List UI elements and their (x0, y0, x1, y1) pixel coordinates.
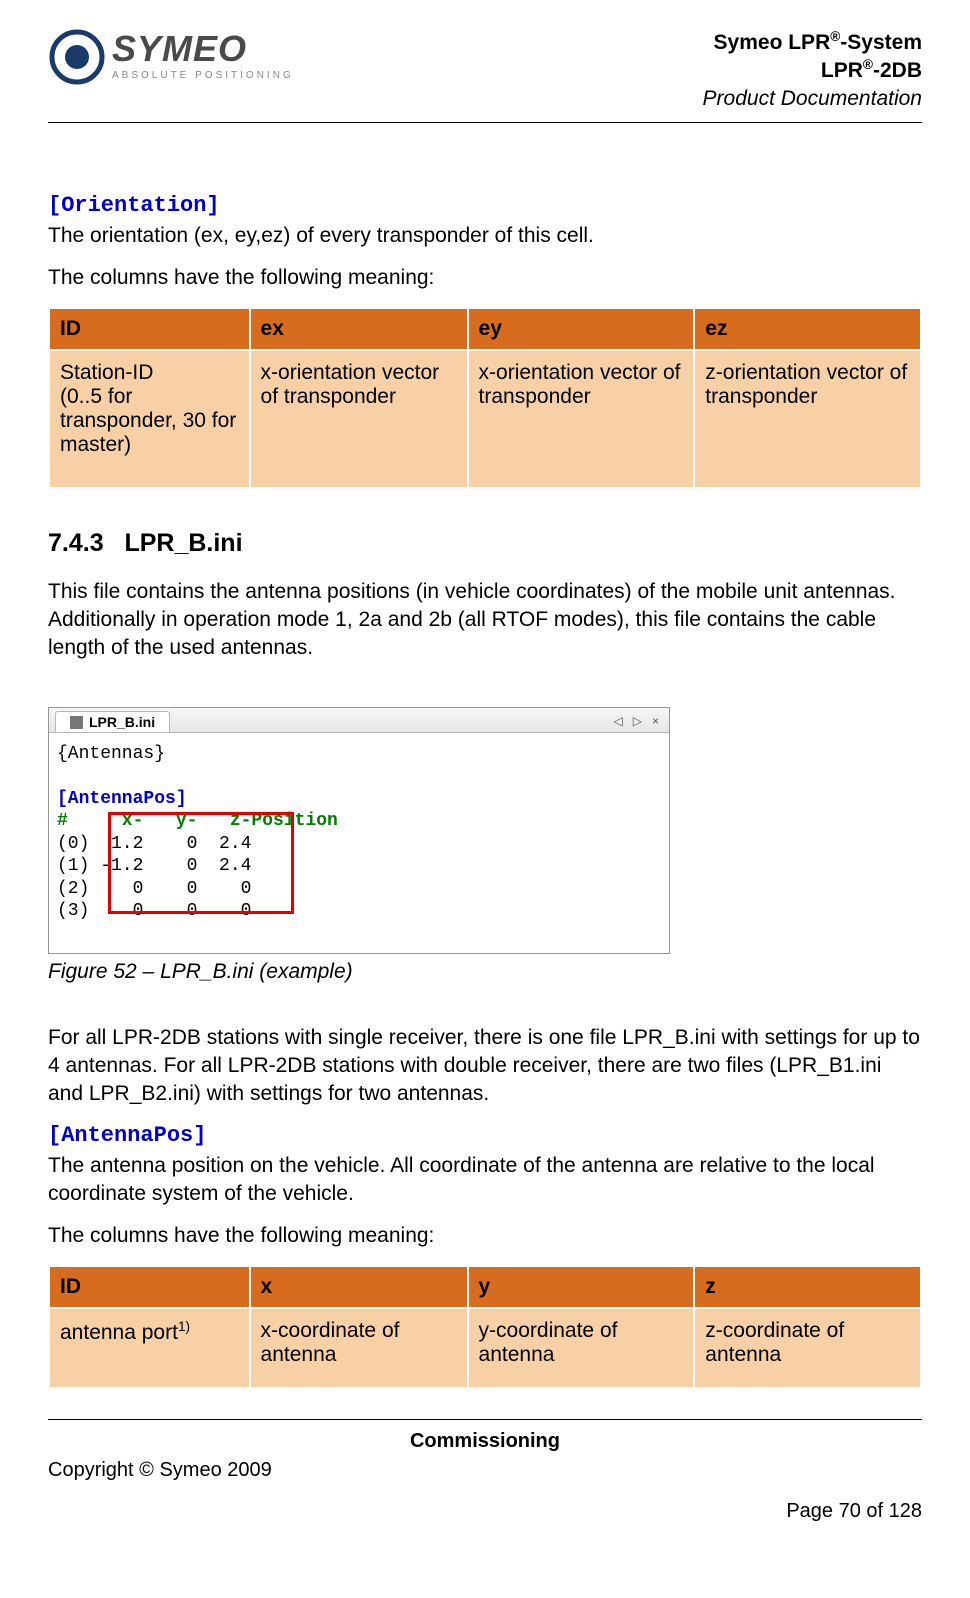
table-row: Station-ID (0..5 for transponder, 30 for… (49, 350, 921, 488)
close-icon[interactable]: × (652, 714, 659, 728)
orientation-desc: The orientation (ex, ey,ez) of every tra… (48, 222, 922, 250)
col-header: z (694, 1266, 921, 1308)
editor-screenshot: LPR_B.ini ◁ ▷ × {Antennas} [AntennaPos] … (48, 677, 670, 954)
figure-caption: Figure 52 – LPR_B.ini (example) (48, 960, 922, 984)
cell: antenna port1) (49, 1308, 250, 1388)
antennapos-key: [AntennaPos] (48, 1123, 922, 1148)
section-desc: This file contains the antenna positions… (48, 578, 922, 663)
subsection-heading: 7.4.3 LPR_B.ini (48, 529, 922, 558)
brand-logo: SYMEO ABSOLUTE POSITIONING (48, 28, 294, 86)
table-row: antenna port1) x-coordinate of antenna y… (49, 1308, 921, 1388)
col-header: ez (694, 308, 921, 350)
antennapos-desc: The antenna position on the vehicle. All… (48, 1152, 922, 1209)
editor-tab[interactable]: LPR_B.ini (55, 711, 170, 732)
orientation-key: [Orientation] (48, 193, 922, 218)
antennapos-table: ID x y z antenna port1) x-coordinate of … (48, 1265, 922, 1389)
file-icon (70, 716, 83, 729)
antennapos-cols-intro: The columns have the following meaning: (48, 1222, 922, 1250)
cell: Station-ID (0..5 for transponder, 30 for… (49, 350, 250, 488)
next-tab-icon[interactable]: ▷ (633, 714, 642, 728)
col-header: ey (468, 308, 695, 350)
cell: z-orientation vector of transponder (694, 350, 921, 488)
copyright: Copyright © Symeo 2009 (48, 1459, 922, 1482)
para-receivers: For all LPR-2DB stations with single rec… (48, 1024, 922, 1109)
table-row: ID ex ey ez (49, 308, 921, 350)
col-header: ID (49, 308, 250, 350)
brand-name: SYMEO (112, 28, 294, 70)
prev-tab-icon[interactable]: ◁ (614, 714, 623, 728)
col-header: x (250, 1266, 468, 1308)
col-header: ID (49, 1266, 250, 1308)
page-number: Page 70 of 128 (48, 1500, 922, 1523)
cell: x-orientation vector of transponder (468, 350, 695, 488)
cell: y-coordinate of antenna (468, 1308, 695, 1388)
page-header: SYMEO ABSOLUTE POSITIONING Symeo LPR®-Sy… (48, 28, 922, 123)
footer-section-title: Commissioning (48, 1430, 922, 1453)
table-row: ID x y z (49, 1266, 921, 1308)
cell: z-coordinate of antenna (694, 1308, 921, 1388)
cell: x-orientation vector of transponder (250, 350, 468, 488)
page-footer: Commissioning Copyright © Symeo 2009 Pag… (48, 1419, 922, 1523)
col-header: ex (250, 308, 468, 350)
highlight-box (108, 812, 294, 914)
editor-tabbar: LPR_B.ini ◁ ▷ × (49, 708, 669, 733)
cell: x-coordinate of antenna (250, 1308, 468, 1388)
brand-tagline: ABSOLUTE POSITIONING (112, 70, 294, 81)
col-header: y (468, 1266, 695, 1308)
orientation-table: ID ex ey ez Station-ID (0..5 for transpo… (48, 307, 922, 489)
orientation-cols-intro: The columns have the following meaning: (48, 264, 922, 292)
logo-icon (48, 28, 106, 86)
doc-title-block: Symeo LPR®-System LPR®-2DB Product Docum… (703, 28, 922, 112)
